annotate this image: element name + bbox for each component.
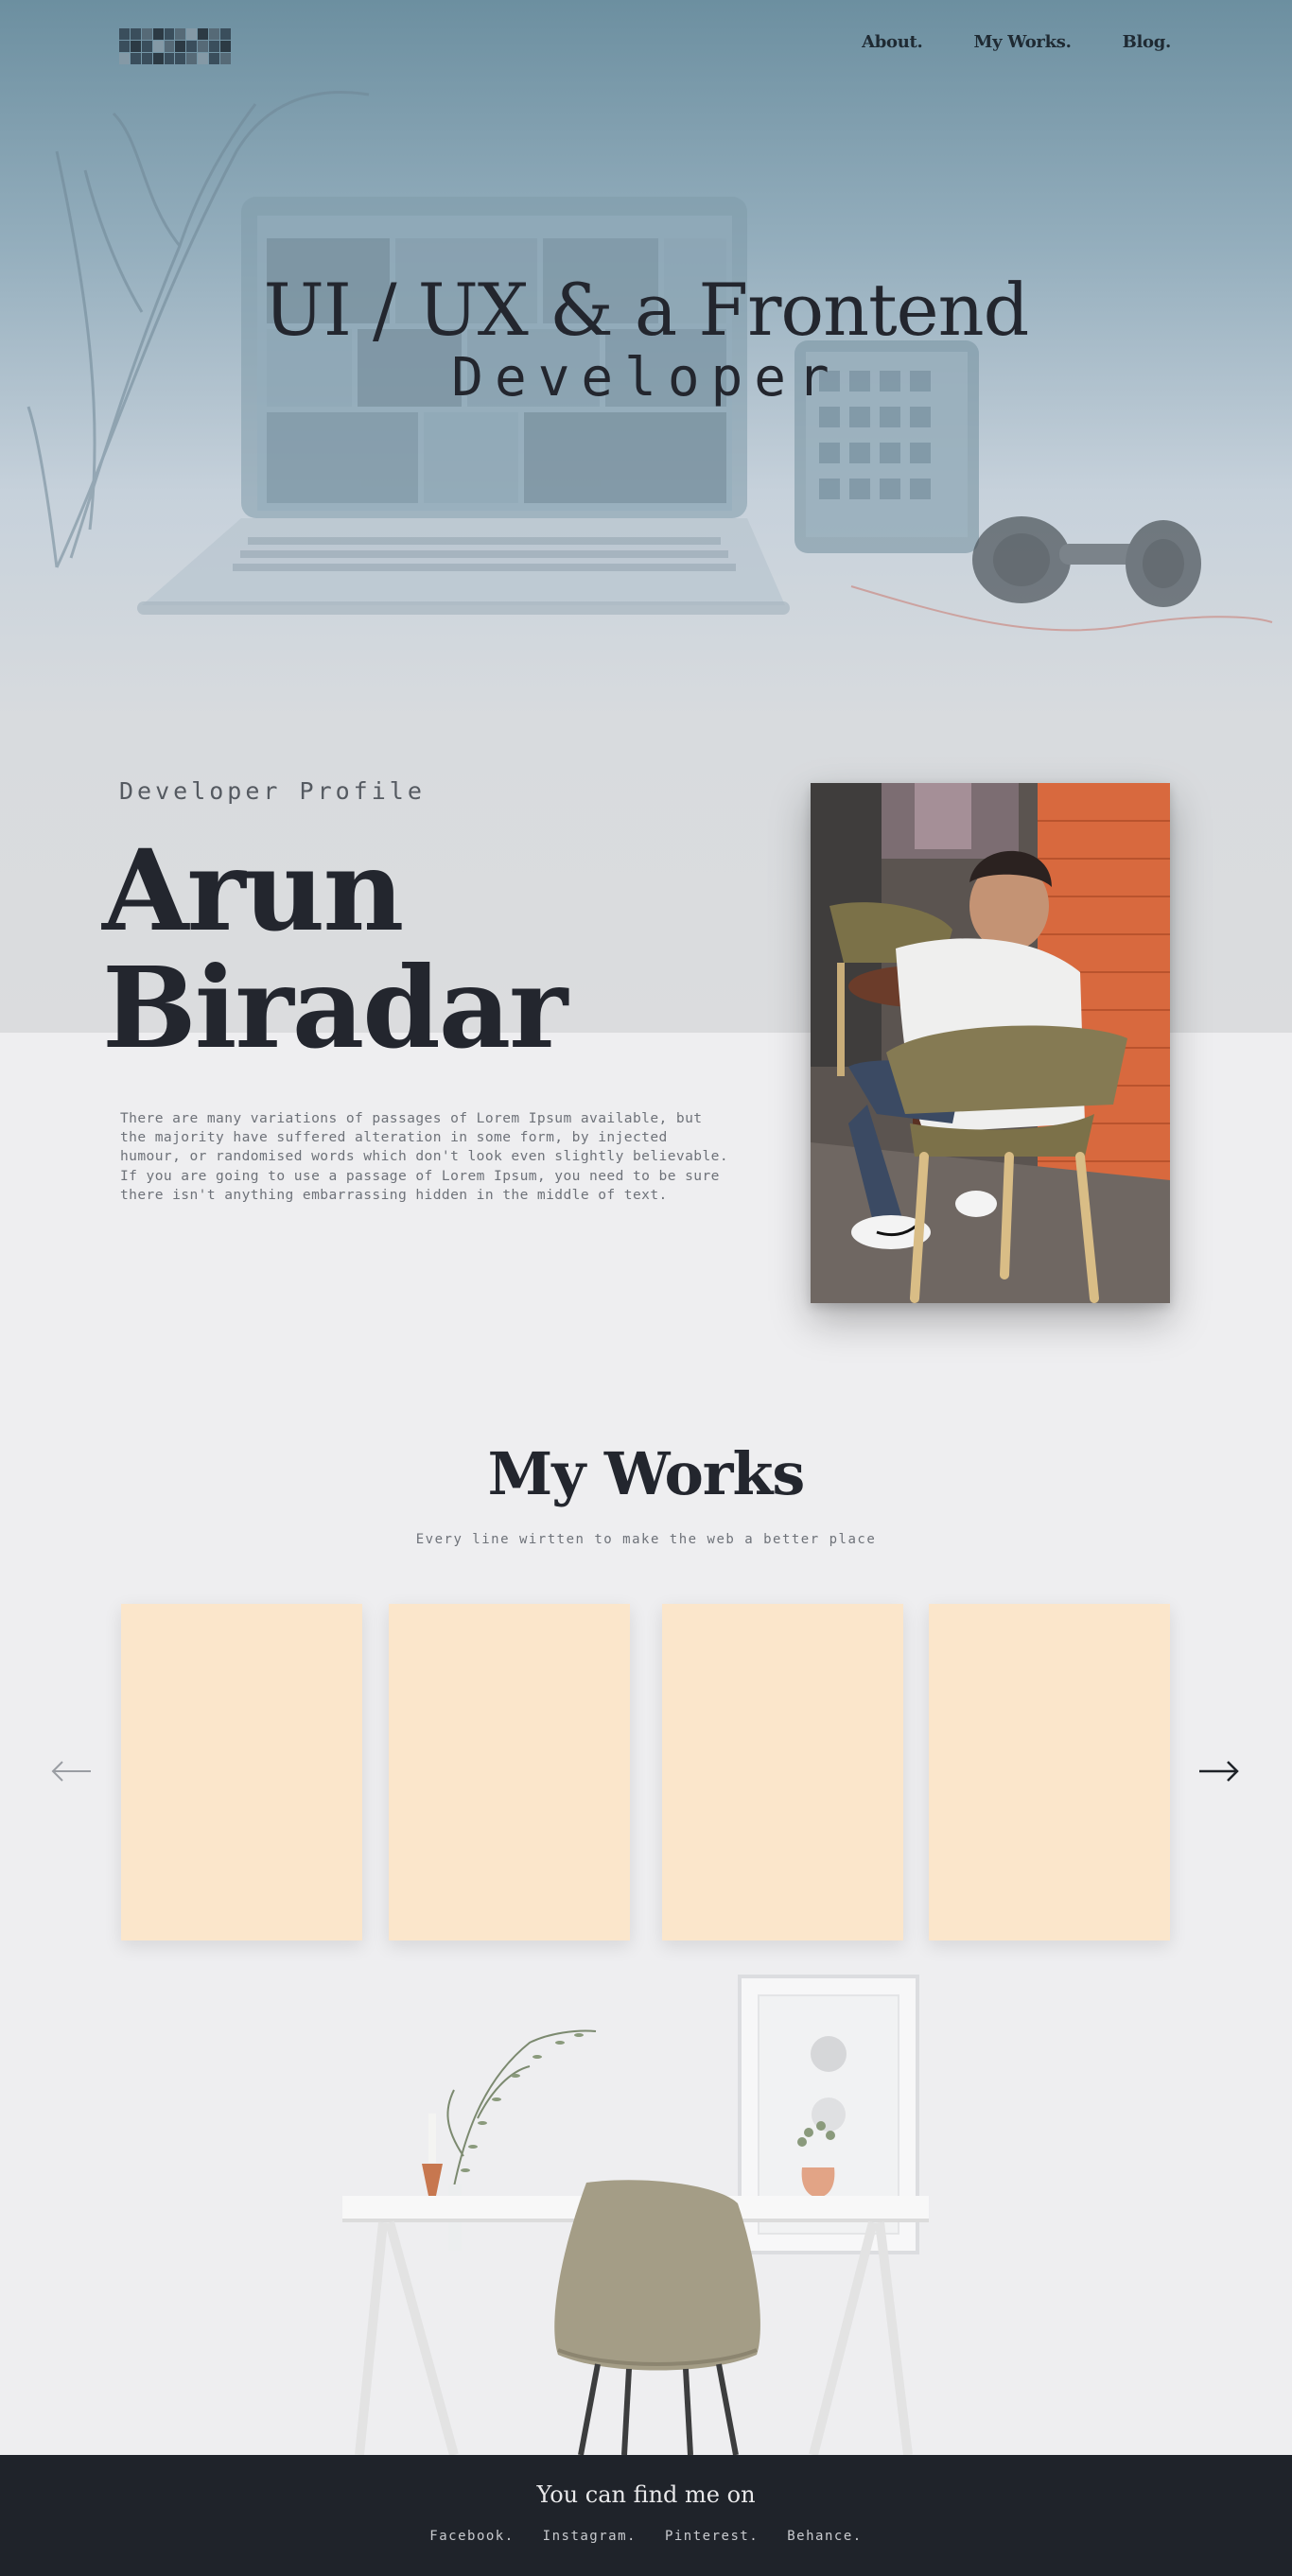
profile-first-name: Arun — [102, 825, 404, 956]
pinterest-link[interactable]: Pinterest. — [665, 2529, 759, 2544]
profile-photo-image — [811, 783, 1170, 1303]
hero-title: UI / UX & a Frontend — [263, 268, 1029, 352]
behance-link[interactable]: Behance. — [787, 2529, 862, 2544]
work-card[interactable] — [662, 1604, 903, 1941]
main-nav: About. My Works. Blog. — [862, 32, 1171, 52]
instagram-link[interactable]: Instagram. — [543, 2529, 637, 2544]
facebook-link[interactable]: Facebook. — [429, 2529, 514, 2544]
arrow-right-icon — [1199, 1761, 1239, 1782]
profile-photo — [811, 783, 1170, 1303]
nav-about-link[interactable]: About. — [862, 32, 923, 52]
profile-label: Developer Profile — [119, 777, 426, 805]
footer: You can find me on Facebook. Instagram. … — [0, 2455, 1292, 2576]
works-title: My Works — [487, 1439, 806, 1508]
profile-name: Arun Biradar — [102, 832, 670, 1067]
carousel-next-button[interactable] — [1196, 1754, 1241, 1788]
nav-blog-link[interactable]: Blog. — [1123, 32, 1172, 52]
nav-my-works-link[interactable]: My Works. — [974, 32, 1072, 52]
work-card[interactable] — [389, 1604, 630, 1941]
social-links: Facebook. Instagram. Pinterest. Behance. — [0, 2529, 1292, 2544]
profile-bio: There are many variations of passages of… — [120, 1110, 729, 1203]
arrow-left-icon — [51, 1761, 91, 1782]
works-subtitle: Every line wirtten to make the web a bet… — [415, 1532, 877, 1547]
hero-subtitle: Developer — [451, 347, 841, 409]
carousel-prev-button[interactable] — [49, 1754, 95, 1788]
profile-last-name: Biradar — [102, 942, 567, 1073]
work-card[interactable] — [929, 1604, 1170, 1941]
site-logo[interactable] — [119, 28, 231, 64]
work-card[interactable] — [121, 1604, 362, 1941]
desk-background-image — [342, 1975, 929, 2455]
footer-title: You can find me on — [536, 2481, 756, 2508]
